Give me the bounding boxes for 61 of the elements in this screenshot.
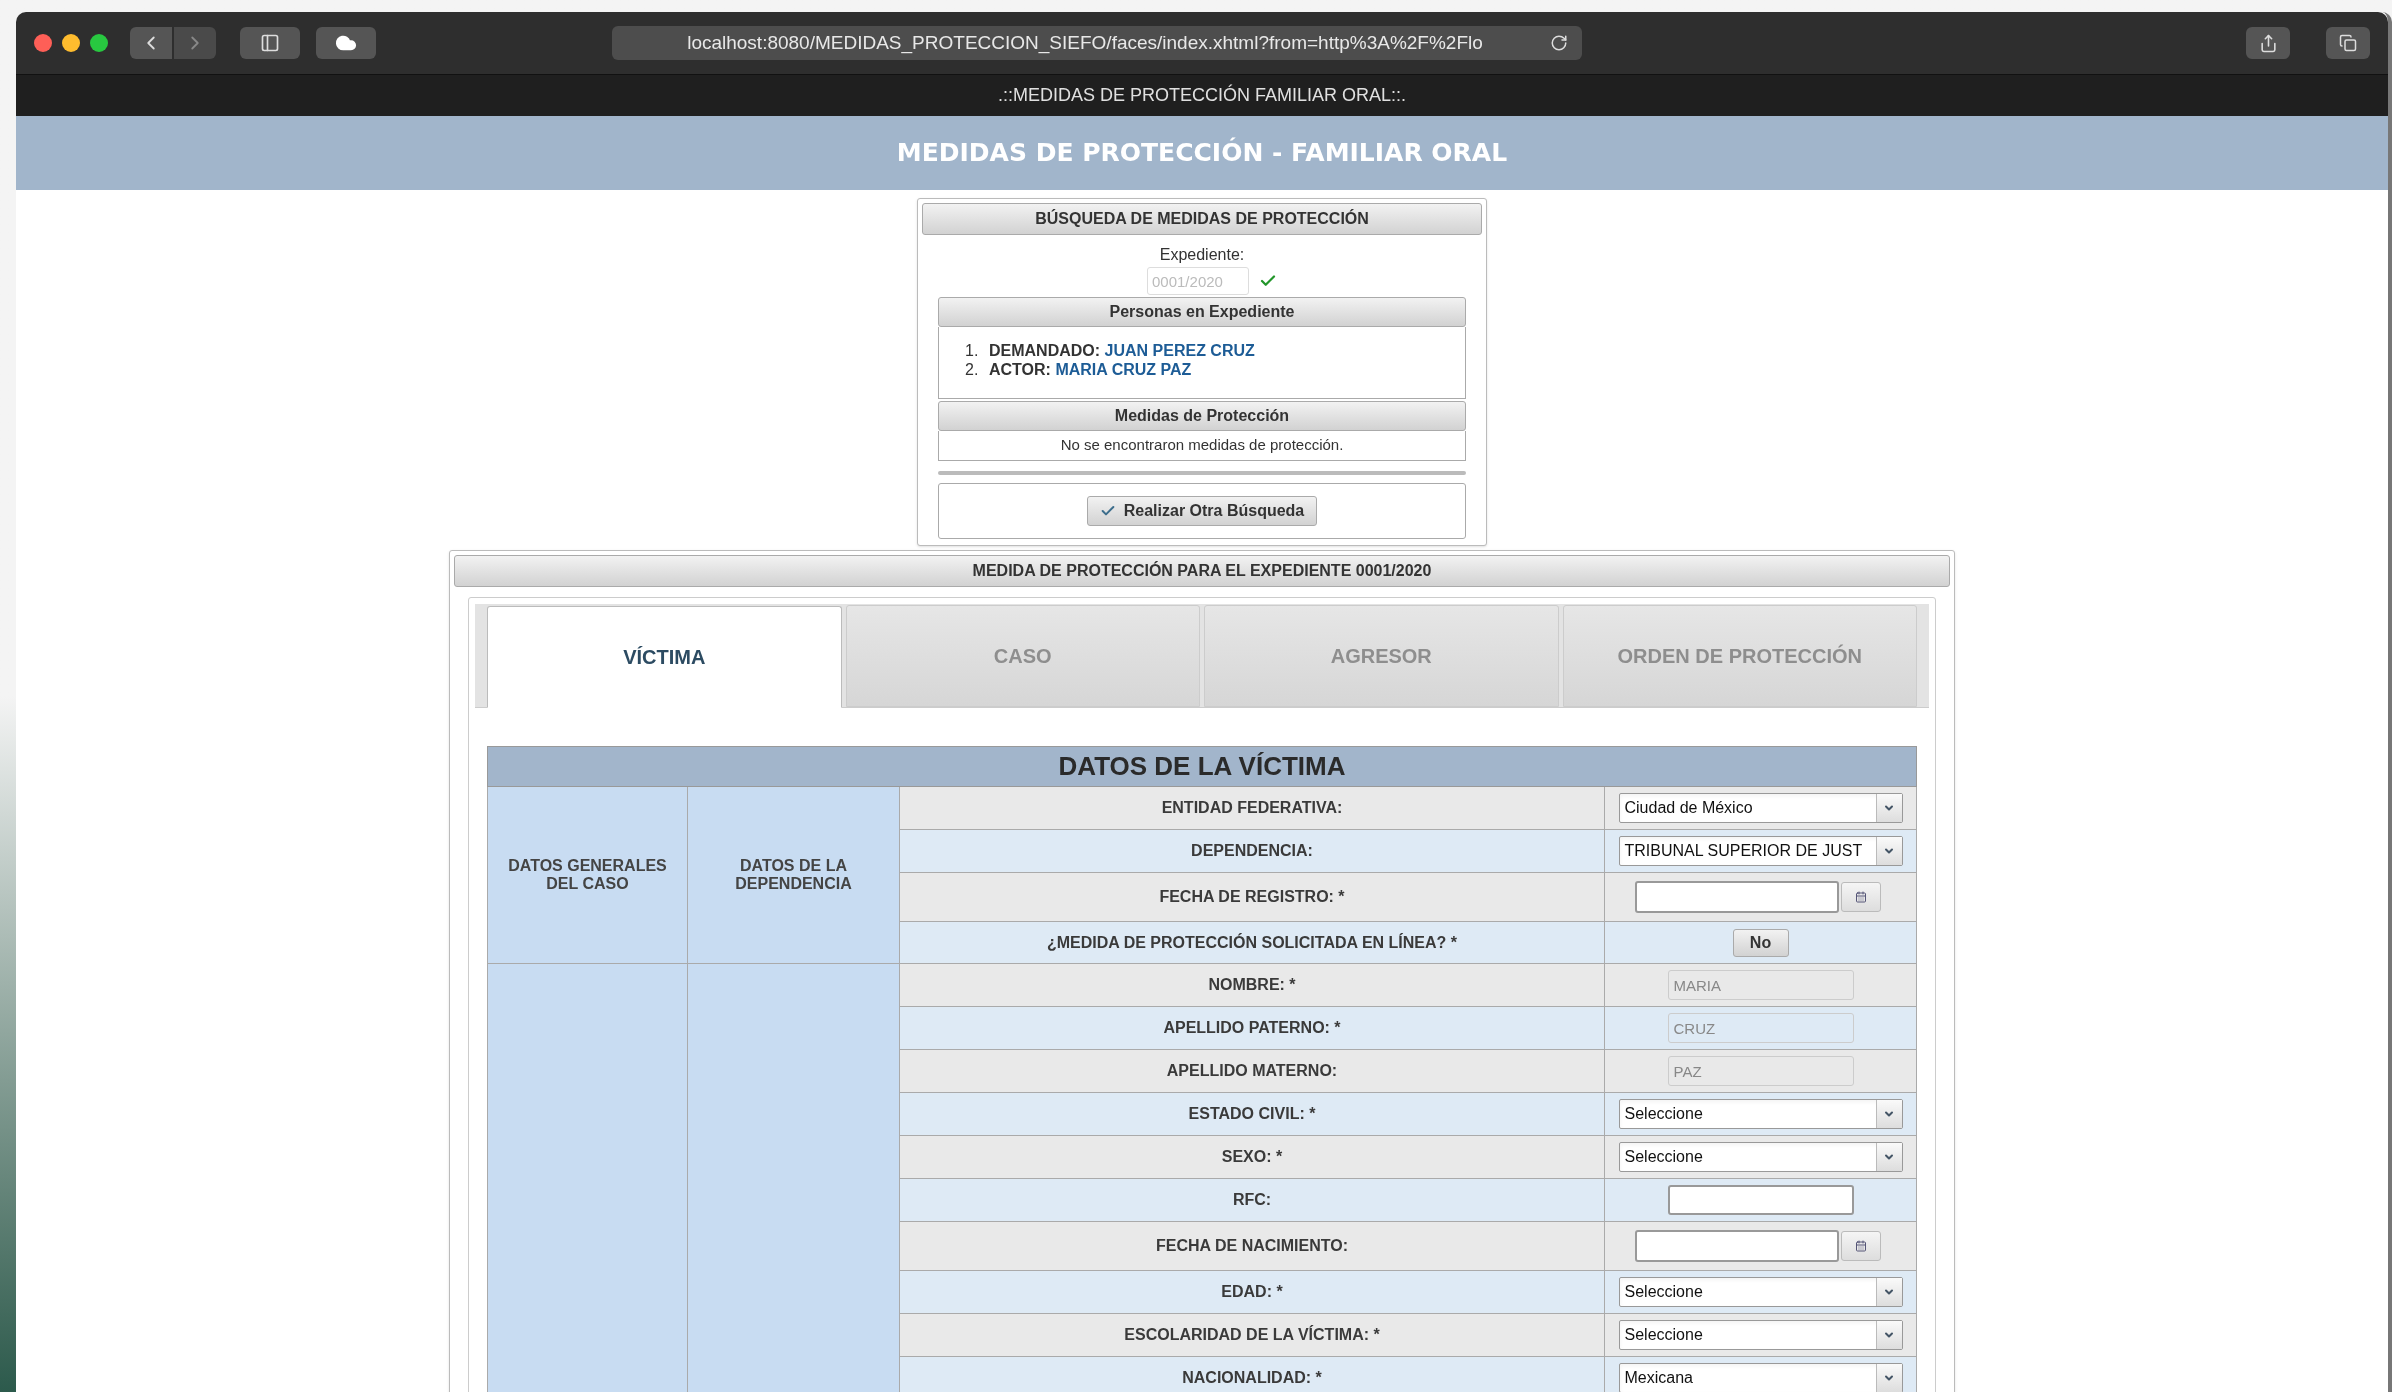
field-label: Expediente: <box>1159 245 1245 265</box>
calendar-button[interactable] <box>1840 882 1881 912</box>
person-entry: DEMANDADO: JUAN PEREZ CRUZ <box>989 341 1255 360</box>
page-title: MEDIDAS DE PROTECCIÓN - FAMILIAR ORAL <box>896 136 1508 170</box>
share-button[interactable] <box>2246 27 2290 59</box>
dropdown[interactable]: TRIBUNAL SUPERIOR DE JUST <box>1618 836 1903 866</box>
field-label: EDAD: * <box>899 1270 1605 1314</box>
url-text: localhost:8080/MEDIDAS_PROTECCION_SIEFO/faces/index.xhtml?from=http%3A%2F%2Flo <box>686 30 1484 56</box>
panel-header: BÚSQUEDA DE MEDIDAS DE PROTECCIÓN <box>922 203 1482 235</box>
calendar-icon <box>1854 1240 1867 1252</box>
section-title: DATOS DE LA VÍCTIMA <box>487 746 1917 787</box>
date-field[interactable] <box>1634 1230 1839 1262</box>
sidebar-button[interactable] <box>240 27 300 59</box>
field-label: NACIONALIDAD: * <box>899 1356 1605 1392</box>
text-field[interactable] <box>1667 1185 1854 1215</box>
tabs-button[interactable] <box>2326 27 2370 59</box>
calendar-button[interactable] <box>1840 1231 1881 1261</box>
field-label: ESCOLARIDAD DE LA VÍCTIMA: * <box>899 1313 1605 1357</box>
field-label: SEXO: * <box>899 1135 1605 1179</box>
field-label: APELLIDO MATERNO: <box>899 1049 1605 1093</box>
field-label: ENTIDAD FEDERATIVA: <box>899 786 1605 830</box>
field-label: ESTADO CIVIL: * <box>899 1092 1605 1136</box>
list-number: 1. <box>965 341 980 360</box>
browser-tab[interactable]: .::MEDIDAS DE PROTECCIÓN FAMILIAR ORAL::. <box>16 74 2388 116</box>
empty-message: No se encontraron medidas de protección. <box>938 431 1466 461</box>
date-field[interactable] <box>1634 881 1839 913</box>
dropdown[interactable]: Mexicana <box>1618 1363 1903 1392</box>
share-icon <box>2258 33 2278 53</box>
persons-header: Personas en Expediente <box>938 297 1466 327</box>
group-label: DATOS DE LA DEPENDENCIA <box>734 857 853 893</box>
dropdown[interactable]: Ciudad de México <box>1618 793 1903 823</box>
minimize-window-icon[interactable] <box>62 34 80 52</box>
dropdown[interactable]: Seleccione <box>1618 1099 1903 1129</box>
reload-icon[interactable] <box>1550 34 1568 52</box>
sidebar-icon <box>260 33 280 53</box>
tab-title: .::MEDIDAS DE PROTECCIÓN FAMILIAR ORAL::. <box>997 83 1407 107</box>
tabs-icon <box>2339 34 2357 52</box>
toggle-button[interactable]: No <box>1732 928 1789 957</box>
person-entry: ACTOR: MARIA CRUZ PAZ <box>989 360 1192 379</box>
address-bar[interactable]: localhost:8080/MEDIDAS_PROTECCION_SIEFO/faces/index.xhtml?from=http%3A%2F%2Flo <box>612 26 1582 60</box>
dropdown[interactable]: Seleccione <box>1618 1142 1903 1172</box>
field-label: FECHA DE NACIMIENTO: <box>899 1221 1605 1271</box>
measures-header: Medidas de Protección <box>938 401 1466 431</box>
field-label: APELLIDO PATERNO: * <box>899 1006 1605 1050</box>
back-button[interactable] <box>130 27 172 59</box>
cloud-button[interactable] <box>316 27 376 59</box>
panel-header: MEDIDA DE PROTECCIÓN PARA EL EXPEDIENTE 0001/2020 <box>454 555 1950 587</box>
close-window-icon[interactable] <box>34 34 52 52</box>
maximize-window-icon[interactable] <box>90 34 108 52</box>
list-number: 2. <box>965 360 980 379</box>
field-label: ¿MEDIDA DE PROTECCIÓN SOLICITADA EN LÍNEA? * <box>899 921 1605 964</box>
field-label: RFC: <box>899 1178 1605 1222</box>
tab[interactable]: VÍCTIMA <box>487 606 842 708</box>
field-label: FECHA DE REGISTRO: * <box>899 872 1605 922</box>
field-label: DEPENDENCIA: <box>899 829 1605 873</box>
dropdown[interactable]: Seleccione <box>1618 1277 1903 1307</box>
calendar-icon <box>1854 891 1867 903</box>
field-label: NOMBRE: * <box>899 963 1605 1007</box>
dropdown[interactable]: Seleccione <box>1618 1320 1903 1350</box>
group-label: DATOS GENERALES DEL CASO <box>507 857 668 893</box>
search-again-button[interactable]: Realizar Otra Búsqueda <box>1086 496 1318 526</box>
